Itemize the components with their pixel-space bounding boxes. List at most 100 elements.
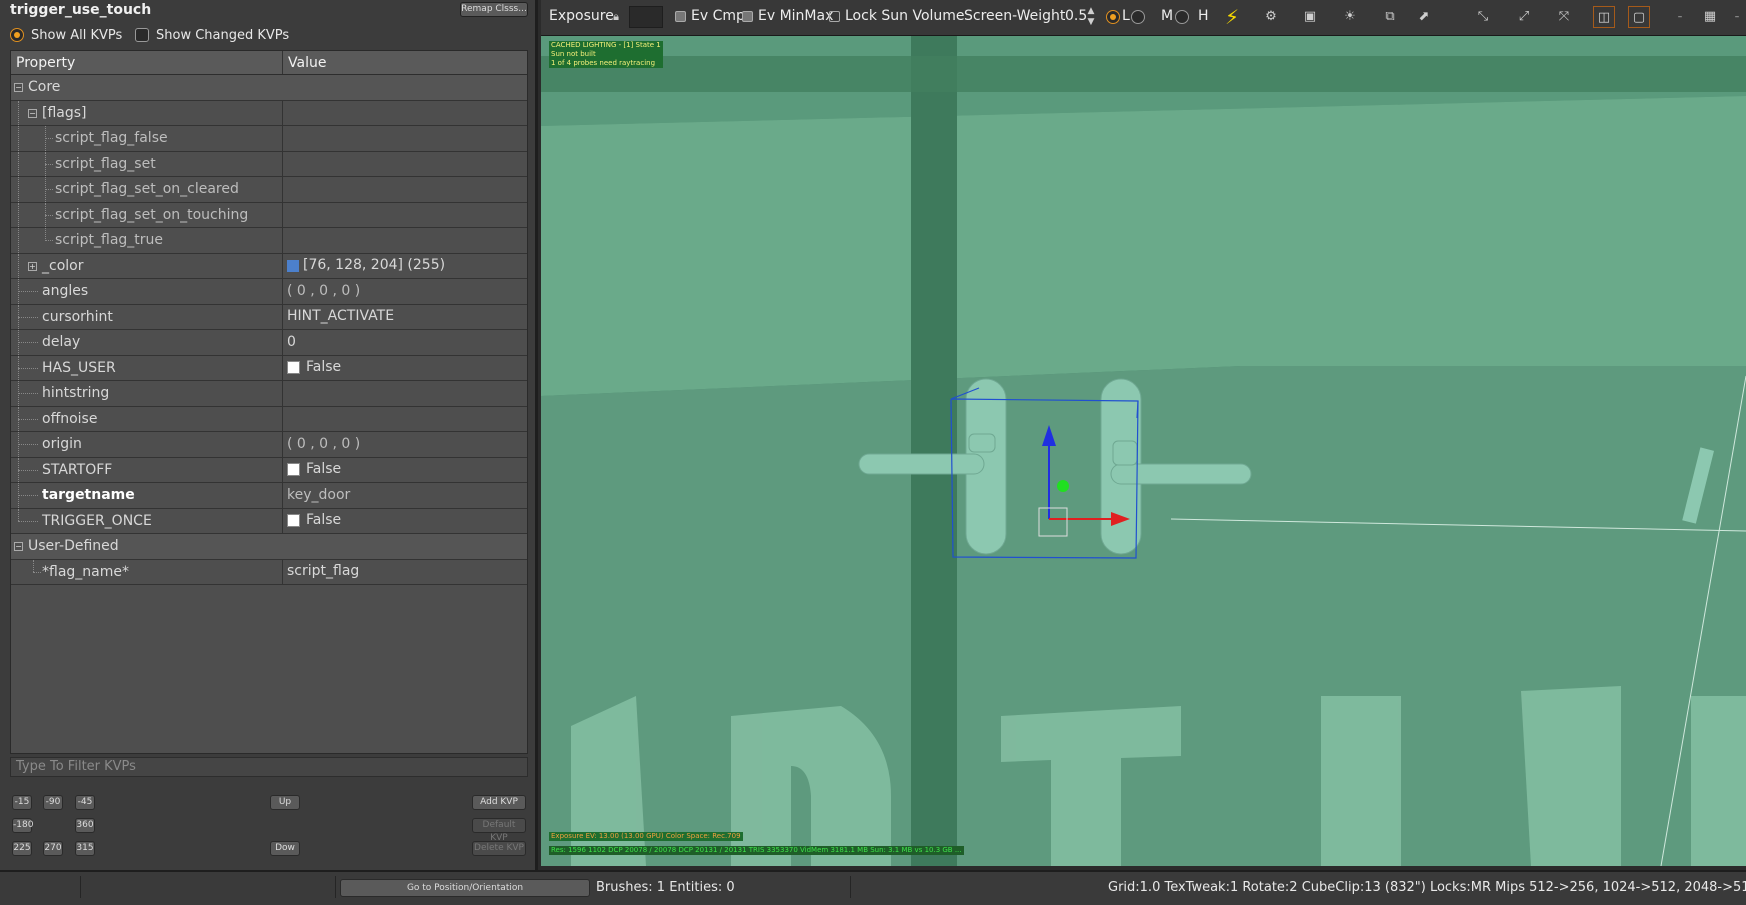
kvp-row[interactable]: script_flag_set	[11, 151, 527, 177]
kvp-value[interactable]: ( 0 , 0 , 0 )	[283, 279, 527, 304]
delete-kvp-button[interactable]: Delete KVP	[472, 841, 526, 856]
kvp-value[interactable]: [76, 128, 204] (255)	[283, 254, 527, 279]
show-changed-kvps-option[interactable]: Show Changed KVPs	[135, 25, 289, 45]
color-value-text: [76, 128, 204] (255)	[303, 257, 446, 274]
category-row-user-defined[interactable]: − User-Defined	[11, 534, 527, 560]
dash-icon[interactable]: –	[1669, 6, 1691, 28]
kvp-row[interactable]: HAS_USER False	[11, 355, 527, 381]
collapse-icon[interactable]: −	[14, 542, 23, 551]
quality-m-radio[interactable]	[1175, 10, 1189, 24]
kvp-row-color[interactable]: + _color [76, 128, 204] (255)	[11, 253, 527, 279]
ev-cmp-checkbox[interactable]	[675, 11, 686, 22]
default-kvp-button[interactable]: Default KVP	[472, 818, 526, 843]
kvp-value[interactable]	[283, 126, 527, 151]
go-to-position-button[interactable]: Go to Position/Orientation	[340, 879, 590, 897]
lock-icon[interactable]: 🔒︎	[609, 6, 623, 28]
angle-button[interactable]: -180	[12, 818, 33, 833]
kvp-row[interactable]: origin ( 0 , 0 , 0 )	[11, 432, 527, 458]
entity-classname: trigger_use_touch	[10, 2, 152, 18]
kvp-value[interactable]	[283, 152, 527, 177]
kvp-value[interactable]: 0	[283, 330, 527, 355]
checkbox[interactable]	[287, 463, 300, 477]
angle-button[interactable]: 270	[43, 841, 63, 856]
export-icon[interactable]: ⧉	[1379, 6, 1401, 28]
kvp-filter-input[interactable]: Type To Filter KVPs	[10, 757, 528, 777]
exposure-info-text: Exposure EV: 13.00 (13.00 GPU) Color Spa…	[549, 832, 743, 841]
kvp-row[interactable]: delay 0	[11, 330, 527, 356]
kvp-value[interactable]	[283, 228, 527, 253]
kvp-row[interactable]: script_flag_set_on_cleared	[11, 177, 527, 203]
kvp-row[interactable]: targetname key_door	[11, 483, 527, 509]
kvp-value[interactable]: HINT_ACTIVATE	[283, 305, 527, 330]
ev-minmax-checkbox[interactable]	[742, 11, 753, 22]
show-all-kvps-option[interactable]: Show All KVPs	[10, 25, 122, 45]
maximize-icon[interactable]: ▢	[1628, 6, 1650, 28]
app-window: trigger_use_touch Remap Clsss... Show Al…	[0, 0, 1746, 905]
checkbox[interactable]	[287, 514, 300, 528]
kvp-key: script_flag_true	[55, 232, 164, 248]
screen-weight-value[interactable]: 0.5	[1065, 8, 1087, 24]
kvp-row[interactable]: offnoise	[11, 406, 527, 432]
share-icon[interactable]: ⬈	[1413, 6, 1435, 28]
angle-button[interactable]: 225	[12, 841, 32, 856]
angle-button[interactable]: 360	[75, 818, 95, 833]
kvp-value[interactable]: False	[283, 356, 527, 381]
checkbox-icon[interactable]	[135, 28, 149, 42]
kvp-row[interactable]: *flag_name* script_flag	[11, 559, 527, 585]
exposure-input[interactable]	[629, 6, 663, 28]
kvp-row-flags[interactable]: − [flags]	[11, 100, 527, 126]
radio-on-icon[interactable]	[10, 28, 24, 42]
kvp-value[interactable]	[283, 177, 527, 202]
camera-icon[interactable]: ⚙︎	[1260, 6, 1282, 28]
kvp-row[interactable]: cursorhint HINT_ACTIVATE	[11, 304, 527, 330]
expand-icon[interactable]: +	[28, 261, 37, 271]
grid-header: Property Value	[11, 51, 527, 75]
kvp-row[interactable]: script_flag_set_on_touching	[11, 202, 527, 228]
kvp-row[interactable]: script_flag_true	[11, 228, 527, 254]
down-button[interactable]: Dow	[270, 841, 300, 856]
kvp-value[interactable]: ( 0 , 0 , 0 )	[283, 432, 527, 457]
checkbox[interactable]	[287, 361, 300, 375]
display-icon[interactable]: ▣	[1299, 6, 1321, 28]
kvp-row[interactable]: hintstring	[11, 381, 527, 407]
expand-icon[interactable]: ⤧	[1553, 6, 1575, 28]
kvp-value[interactable]	[283, 203, 527, 228]
kvp-value[interactable]	[283, 407, 527, 432]
collapse-icon[interactable]: −	[28, 108, 37, 118]
category-row-core[interactable]: − Core	[11, 75, 527, 101]
kvp-row[interactable]: script_flag_false	[11, 126, 527, 152]
dash-icon[interactable]: –	[1726, 6, 1746, 28]
kvp-value[interactable]: script_flag	[283, 560, 527, 585]
quality-radio-on[interactable]	[1106, 10, 1120, 24]
up-button[interactable]: Up	[270, 795, 300, 810]
spinner-icon[interactable]: ▲ ▼	[1086, 6, 1096, 28]
quality-l-label: L	[1122, 8, 1130, 24]
collapse-icon[interactable]: −	[14, 83, 23, 92]
add-kvp-button[interactable]: Add KVP	[472, 795, 526, 810]
angle-button[interactable]: -15	[12, 795, 32, 810]
3d-viewport[interactable]: CACHED LIGHTING - [1] State 1 Sun not bu…	[541, 36, 1746, 866]
lightning-icon[interactable]: ⚡︎	[1221, 6, 1243, 28]
angle-button[interactable]: 315	[75, 841, 95, 856]
snapshot-icon[interactable]: ◫	[1593, 6, 1615, 28]
kvp-value[interactable]: False	[283, 509, 527, 534]
quality-l-radio[interactable]	[1131, 10, 1145, 24]
kvp-row[interactable]: TRIGGER_ONCE False	[11, 508, 527, 534]
kvp-value[interactable]: False	[283, 458, 527, 483]
viewport-scene	[541, 36, 1746, 866]
compress-icon[interactable]: ⤡	[1472, 6, 1494, 28]
grid-icon[interactable]: ▦	[1699, 6, 1721, 28]
remap-class-button[interactable]: Remap Clsss...	[460, 2, 528, 17]
angle-button[interactable]: -45	[75, 795, 95, 810]
kvp-key: *flag_name*	[42, 563, 129, 580]
kvp-value[interactable]	[283, 101, 527, 126]
kvp-row[interactable]: STARTOFF False	[11, 457, 527, 483]
angle-button[interactable]: -90	[43, 795, 63, 810]
kvp-value[interactable]: key_door	[283, 483, 527, 508]
minimize-icon[interactable]: ⤢	[1513, 6, 1535, 28]
sun-icon[interactable]: ☀︎	[1339, 6, 1361, 28]
kvp-value[interactable]	[283, 381, 527, 406]
kvp-row[interactable]: angles ( 0 , 0 , 0 )	[11, 279, 527, 305]
color-swatch[interactable]	[287, 259, 299, 272]
lock-sun-volume-checkbox[interactable]	[829, 11, 840, 22]
